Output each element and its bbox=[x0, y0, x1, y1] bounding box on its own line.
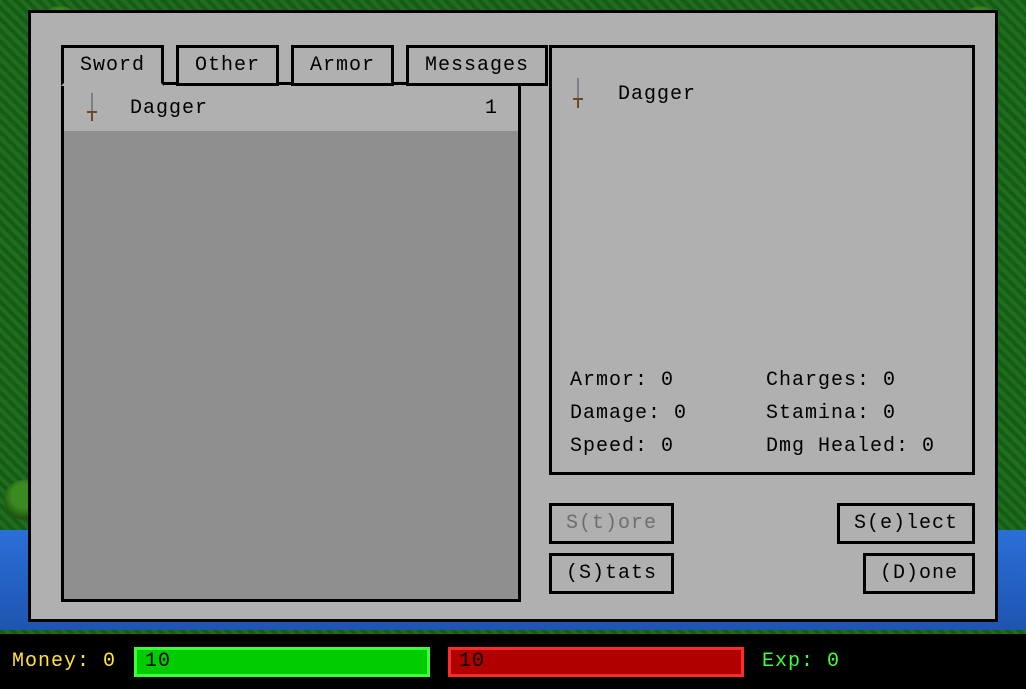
item-detail-panel: Dagger Armor: 0 Charges: 0 Damage: 0 Sta… bbox=[549, 45, 975, 475]
mp-value: 10 bbox=[459, 650, 485, 673]
exp-label: Exp: 0 bbox=[762, 650, 840, 673]
done-button[interactable]: (D)one bbox=[863, 553, 975, 594]
hp-value: 10 bbox=[145, 650, 171, 673]
tab-sword[interactable]: Sword bbox=[61, 45, 164, 86]
button-row-1: S(t)ore S(e)lect bbox=[549, 503, 975, 544]
tab-bar: Sword Other Armor Messages bbox=[61, 45, 548, 86]
mp-bar: 10 bbox=[448, 647, 744, 677]
dagger-icon bbox=[84, 93, 124, 123]
inventory-item-name: Dagger bbox=[124, 97, 458, 120]
inventory-item-qty: 1 bbox=[458, 97, 498, 120]
hp-bar: 10 bbox=[134, 647, 430, 677]
stat-damage: Damage: 0 bbox=[570, 402, 758, 425]
status-bar: Money: 0 10 10 Exp: 0 bbox=[0, 634, 1026, 689]
item-stats-grid: Armor: 0 Charges: 0 Damage: 0 Stamina: 0… bbox=[570, 369, 954, 458]
stat-speed: Speed: 0 bbox=[570, 435, 758, 458]
tab-armor[interactable]: Armor bbox=[291, 45, 394, 86]
stats-button[interactable]: (S)tats bbox=[549, 553, 674, 594]
tab-other[interactable]: Other bbox=[176, 45, 279, 86]
inventory-list-panel: Dagger 1 bbox=[61, 82, 521, 602]
dagger-icon bbox=[570, 78, 600, 110]
button-row-2: (S)tats (D)one bbox=[549, 553, 975, 594]
stat-charges: Charges: 0 bbox=[766, 369, 954, 392]
detail-item-name: Dagger bbox=[618, 83, 696, 106]
money-label: Money: 0 bbox=[12, 650, 116, 673]
inventory-window: Sword Other Armor Messages Dagger 1 bbox=[28, 10, 998, 622]
stat-armor: Armor: 0 bbox=[570, 369, 758, 392]
store-button[interactable]: S(t)ore bbox=[549, 503, 674, 544]
select-button[interactable]: S(e)lect bbox=[837, 503, 975, 544]
stat-dmg-healed: Dmg Healed: 0 bbox=[766, 435, 954, 458]
stat-stamina: Stamina: 0 bbox=[766, 402, 954, 425]
inventory-row[interactable]: Dagger 1 bbox=[64, 85, 518, 131]
tab-messages[interactable]: Messages bbox=[406, 45, 548, 86]
